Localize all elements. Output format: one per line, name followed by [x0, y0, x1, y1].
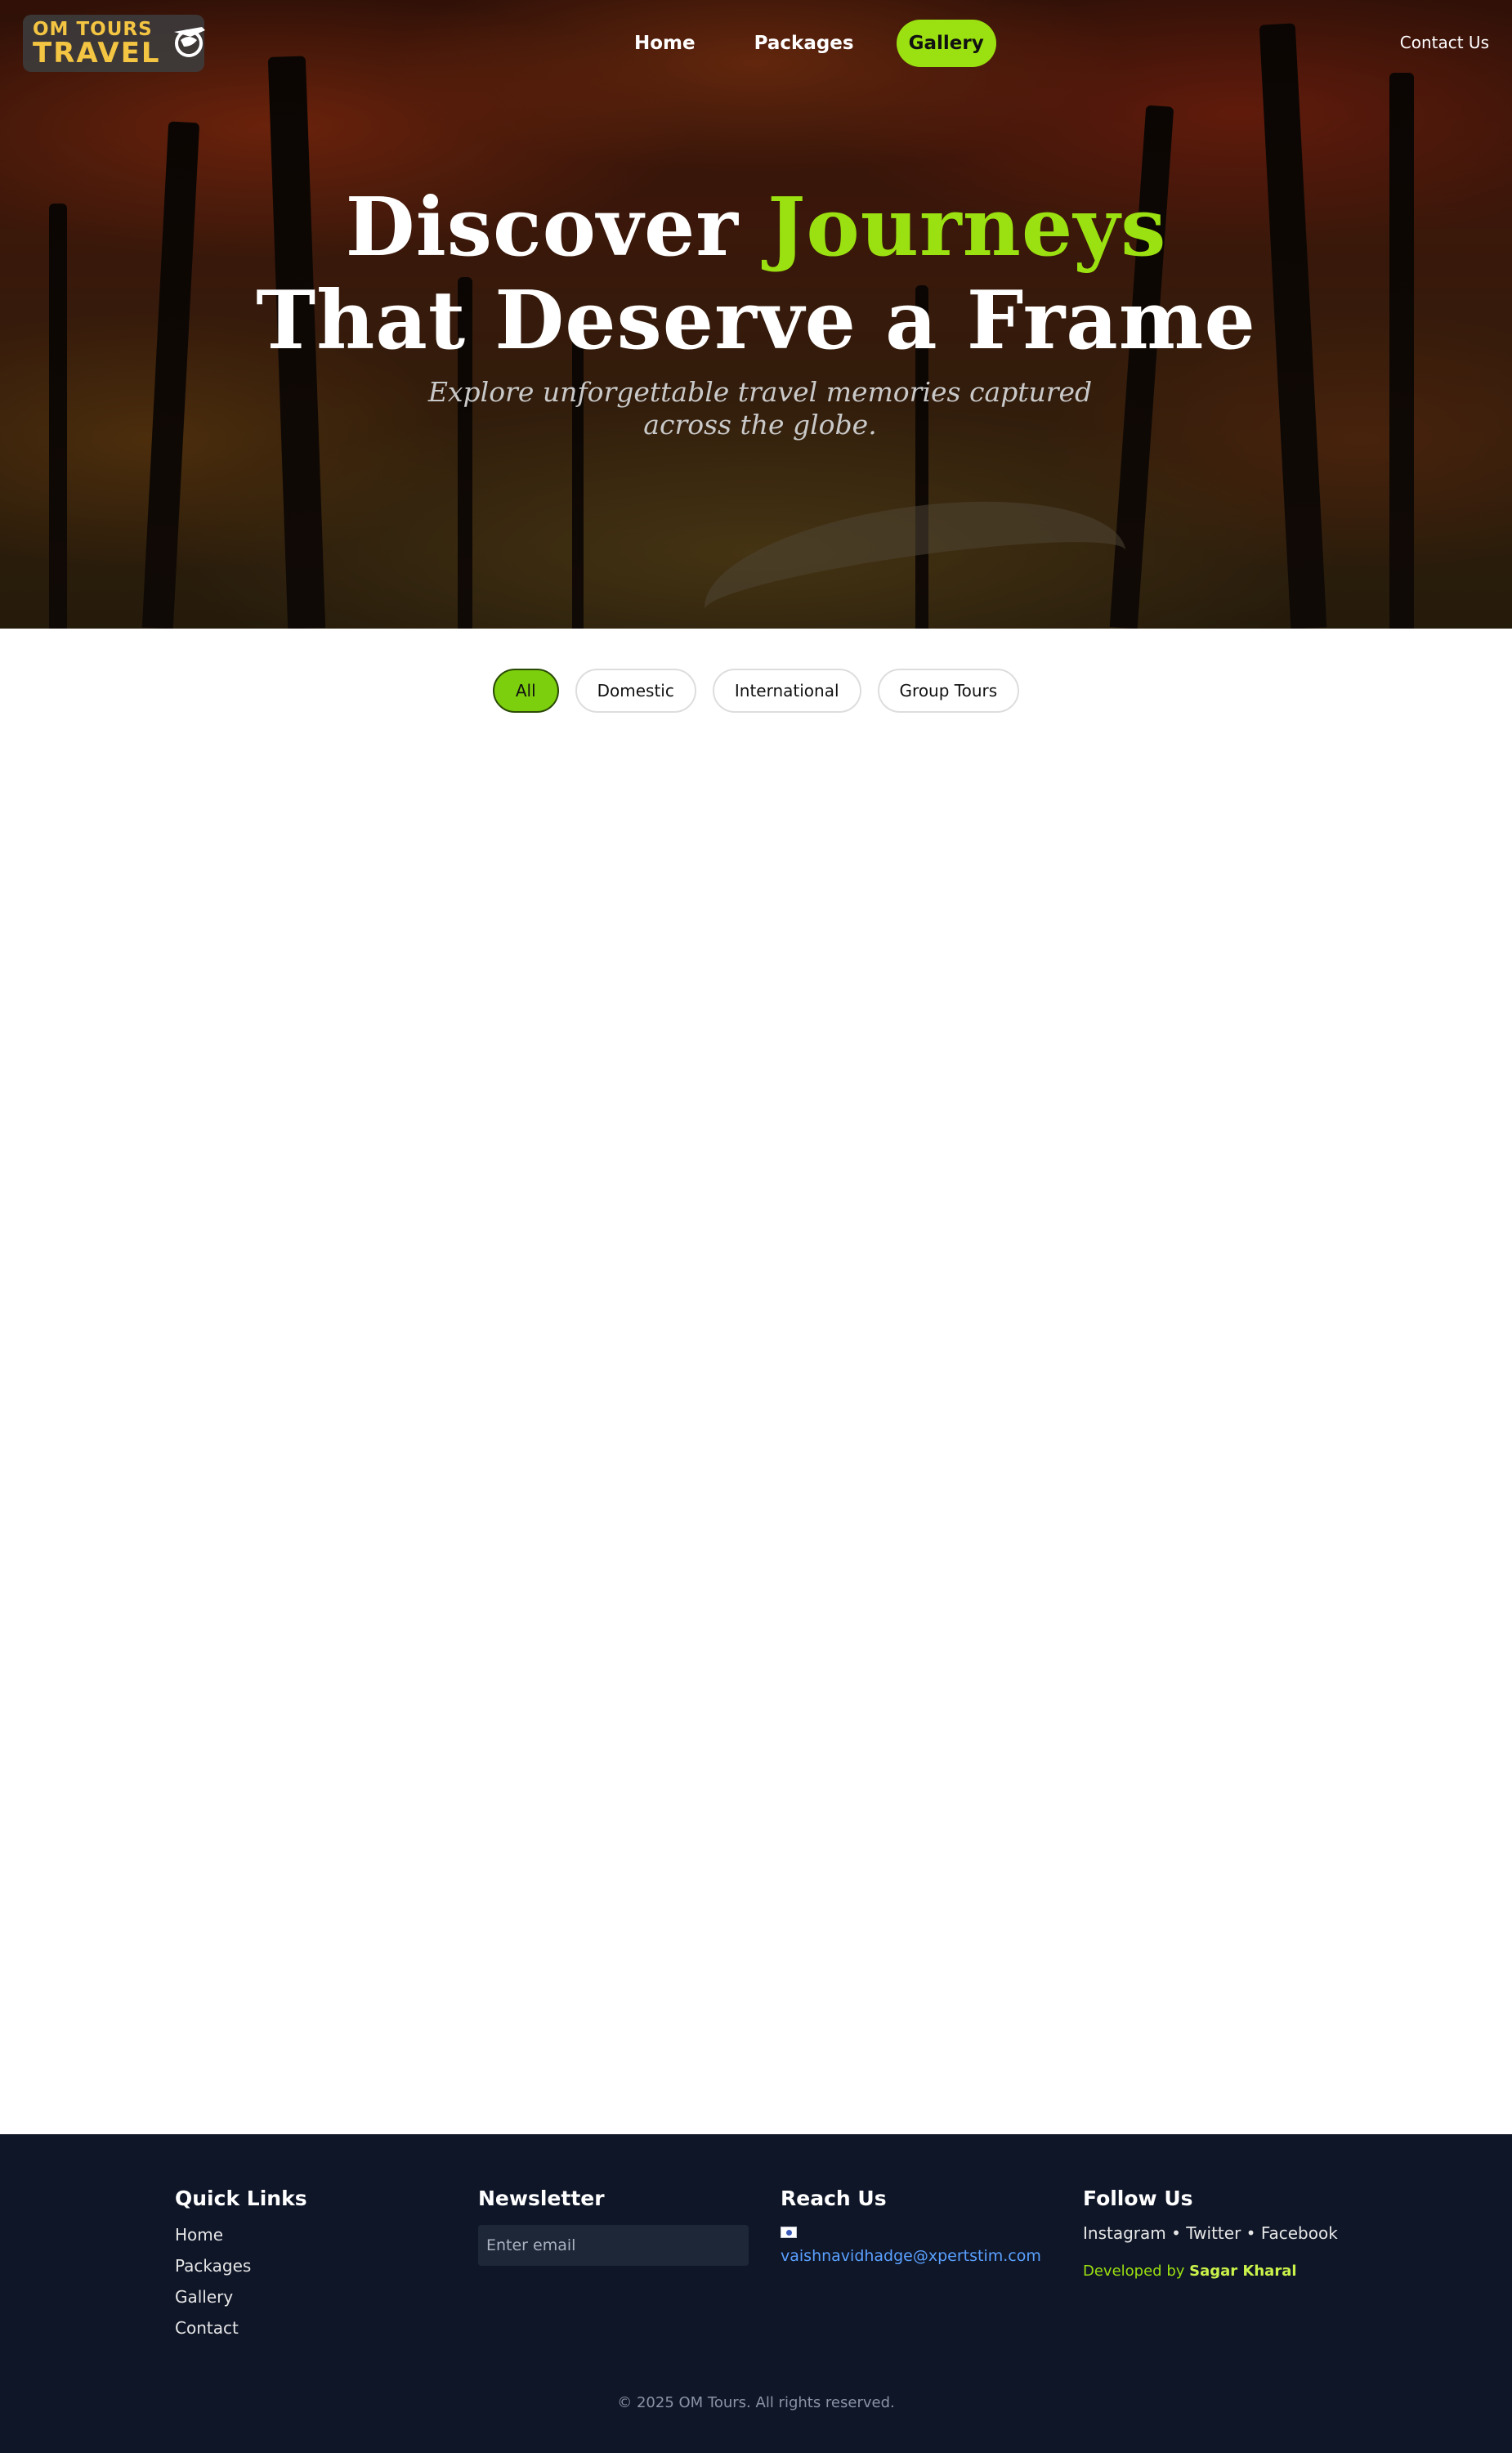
- contact-email-link[interactable]: vaishnavidhadge@xpertstim.com: [781, 2247, 1041, 2265]
- gallery-grid: [0, 736, 1512, 2125]
- social-separator: •: [1165, 2223, 1187, 2243]
- newsletter-email-input[interactable]: [478, 2225, 749, 2266]
- footer-quick-links: Quick Links Home Packages Gallery Contac…: [175, 2187, 307, 2338]
- quick-links-title: Quick Links: [175, 2187, 307, 2210]
- logo-line-2: TRAVEL: [33, 36, 161, 69]
- hero-title-part1: Discover: [345, 181, 768, 275]
- brand-logo[interactable]: OM TOURS TRAVEL: [23, 15, 205, 72]
- developed-by-prefix: Developed by: [1083, 2263, 1190, 2280]
- hero-section: OM TOURS TRAVEL Home Packages Gallery Co…: [0, 0, 1512, 629]
- filter-domestic-button[interactable]: Domestic: [575, 669, 696, 713]
- reach-us-title: Reach Us: [781, 2187, 887, 2210]
- filter-all-button[interactable]: All: [492, 669, 559, 713]
- gallery-filters: All Domestic International Group Tours: [0, 669, 1512, 713]
- globe-plane-icon: [169, 22, 208, 65]
- social-links: Instagram • Twitter • Facebook: [1083, 2223, 1338, 2243]
- footer-link-packages[interactable]: Packages: [175, 2256, 307, 2276]
- hero-title: Discover Journeys That Deserve a Frame: [0, 181, 1512, 368]
- copyright-text: © 2025 OM Tours. All rights reserved.: [617, 2394, 895, 2411]
- hero-title-accent: Journeys: [767, 181, 1167, 275]
- developer-credit: Developed by Sagar Kharal: [1083, 2263, 1338, 2280]
- footer-reach-us: Reach Us vaishnavidhadge@xpertstim.com: [781, 2187, 1041, 2265]
- footer-newsletter: Newsletter: [478, 2187, 749, 2266]
- contact-us-link[interactable]: Contact Us: [1400, 33, 1489, 52]
- nav-gallery[interactable]: Gallery: [896, 20, 996, 67]
- site-footer: Quick Links Home Packages Gallery Contac…: [0, 2134, 1512, 2453]
- nav-home[interactable]: Home: [621, 20, 709, 67]
- developer-name: Sagar Kharal: [1189, 2263, 1297, 2280]
- nav-packages[interactable]: Packages: [741, 20, 867, 67]
- social-facebook-link[interactable]: Facebook: [1261, 2223, 1338, 2243]
- footer-link-gallery[interactable]: Gallery: [175, 2287, 307, 2307]
- footer-link-home[interactable]: Home: [175, 2225, 307, 2245]
- logo-text: OM TOURS TRAVEL: [33, 20, 161, 67]
- footer-link-contact[interactable]: Contact: [175, 2318, 307, 2338]
- follow-us-title: Follow Us: [1083, 2187, 1193, 2210]
- filter-international-button[interactable]: International: [712, 669, 861, 713]
- hero-subtitle: Explore unforgettable travel memories ca…: [427, 376, 1093, 441]
- newsletter-title: Newsletter: [478, 2187, 605, 2210]
- social-separator: •: [1241, 2223, 1261, 2243]
- flag-icon: [781, 2227, 797, 2238]
- filter-group-tours-button[interactable]: Group Tours: [877, 669, 1020, 713]
- footer-follow-us: Follow Us Instagram • Twitter • Facebook…: [1083, 2187, 1338, 2280]
- main-nav: Home Packages Gallery: [621, 20, 996, 67]
- hero-title-line2: That Deserve a Frame: [256, 274, 1256, 368]
- social-twitter-link[interactable]: Twitter: [1186, 2223, 1241, 2243]
- social-instagram-link[interactable]: Instagram: [1083, 2223, 1166, 2243]
